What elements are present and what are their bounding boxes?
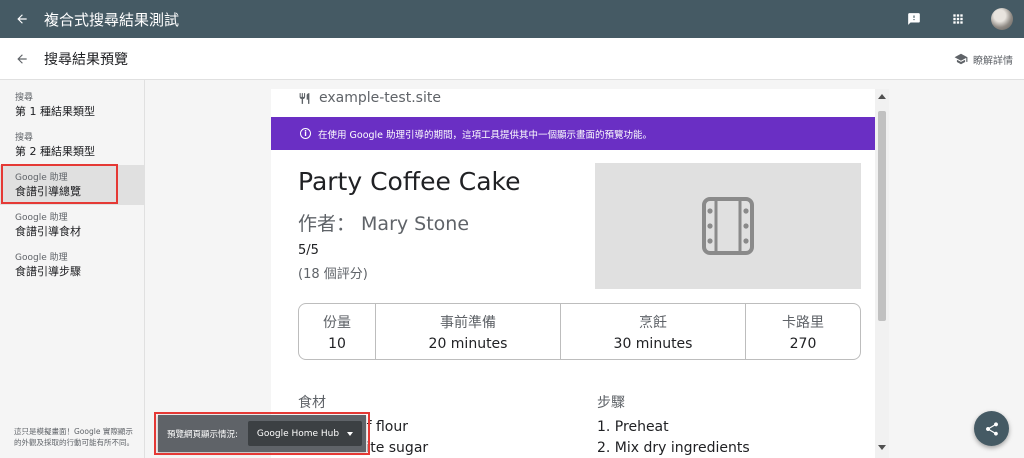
steps-heading: 步驟 bbox=[597, 395, 625, 411]
sidebar-item-label: 食譜引導食材 bbox=[15, 225, 81, 238]
ingredients-heading: 食材 bbox=[298, 395, 326, 411]
arrow-back-icon bbox=[17, 53, 27, 64]
feedback-icon bbox=[908, 13, 920, 25]
arrow-back-icon bbox=[17, 14, 27, 24]
preview-canvas: example-test.site i 在使用 Google 助理引導的期間，這… bbox=[145, 80, 1024, 458]
school-cap-icon bbox=[954, 53, 968, 65]
app-title: 複合式搜尋結果測試 bbox=[44, 10, 180, 29]
stat-cook-time: 烹飪 30 minutes bbox=[561, 304, 746, 359]
share-button[interactable] bbox=[974, 411, 1009, 446]
sidebar-item-recipe-steps[interactable]: Google 助理 食譜引導步驟 bbox=[0, 245, 144, 285]
share-icon bbox=[985, 421, 998, 436]
image-placeholder-icon bbox=[702, 197, 754, 255]
feedback-button[interactable] bbox=[892, 0, 936, 38]
sidebar-item-category: Google 助理 bbox=[15, 213, 68, 223]
device-picker-bar: 預覽網頁顯示情況: Google Home Hub bbox=[158, 415, 366, 452]
device-select-dropdown[interactable]: Google Home Hub bbox=[247, 421, 363, 446]
sidebar-item-category: 搜尋 bbox=[15, 93, 34, 103]
stat-value: 30 minutes bbox=[613, 335, 693, 352]
stat-value: 10 bbox=[328, 335, 346, 352]
scroll-up-arrow[interactable] bbox=[878, 94, 886, 99]
site-header: example-test.site bbox=[298, 89, 441, 107]
disclaimer-text: 這只是模擬畫面！Google 實際顯示的外觀及採取的行動可能有所不同。 bbox=[14, 427, 134, 447]
rating-count: (18 個評分) bbox=[298, 267, 368, 282]
apps-grid-icon bbox=[953, 14, 963, 24]
recipe-stats: 份量 10 事前準備 20 minutes 烹飪 30 minutes 卡路里 … bbox=[298, 303, 861, 360]
device-preview[interactable]: example-test.site i 在使用 Google 助理引導的期間，這… bbox=[271, 89, 889, 458]
recipe-author: 作者： Mary Stone bbox=[298, 213, 470, 235]
sidebar-item-label: 第 1 種結果類型 bbox=[15, 105, 95, 118]
sidebar-item-search-type-2[interactable]: 搜尋 第 2 種結果類型 bbox=[0, 125, 144, 165]
scroll-thumb[interactable] bbox=[878, 111, 886, 321]
scroll-down-arrow[interactable] bbox=[878, 445, 886, 450]
site-name: example-test.site bbox=[319, 90, 441, 106]
list-item: 1. Preheat bbox=[597, 419, 669, 435]
info-icon: i bbox=[300, 128, 311, 139]
back-button[interactable] bbox=[0, 0, 44, 38]
device-select-value: Google Home Hub bbox=[256, 428, 340, 439]
fork-knife-icon bbox=[299, 92, 310, 104]
sidebar-item-category: 搜尋 bbox=[15, 133, 34, 143]
sidebar-item-category: Google 助理 bbox=[15, 173, 68, 183]
preview-scrollbar[interactable] bbox=[875, 89, 889, 458]
stat-label: 事前準備 bbox=[440, 314, 496, 331]
sidebar-item-category: Google 助理 bbox=[15, 253, 68, 263]
page-header: 搜尋結果預覽 瞭解詳情 bbox=[0, 38, 1024, 80]
sidebar-item-label: 食譜引導步驟 bbox=[15, 265, 81, 278]
info-banner: i 在使用 Google 助理引導的期間，這項工具提供其中一個顯示畫面的預覽功能… bbox=[271, 117, 875, 150]
stat-label: 份量 bbox=[323, 314, 351, 331]
sidebar-item-search-type-1[interactable]: 搜尋 第 1 種結果類型 bbox=[0, 85, 144, 125]
app-bar: 複合式搜尋結果測試 bbox=[0, 0, 1024, 38]
recipe-image bbox=[595, 163, 861, 289]
learn-more-link[interactable]: 瞭解詳情 bbox=[954, 38, 1013, 80]
stat-servings: 份量 10 bbox=[299, 304, 376, 359]
apps-button[interactable] bbox=[936, 0, 980, 38]
sidebar: 搜尋 第 1 種結果類型 搜尋 第 2 種結果類型 Google 助理 食譜引導… bbox=[0, 80, 145, 458]
sidebar-item-label: 食譜引導總覽 bbox=[15, 185, 81, 198]
page-title: 搜尋結果預覽 bbox=[44, 51, 128, 68]
device-picker-label: 預覽網頁顯示情況: bbox=[167, 429, 238, 440]
stat-prep-time: 事前準備 20 minutes bbox=[376, 304, 561, 359]
chevron-down-icon bbox=[347, 431, 354, 436]
account-button[interactable] bbox=[980, 0, 1024, 38]
list-item: 2. Mix dry ingredients bbox=[597, 440, 750, 456]
recipe-rating: 5/5 bbox=[298, 243, 319, 258]
stat-label: 烹飪 bbox=[639, 314, 667, 331]
stat-value: 20 minutes bbox=[428, 335, 508, 352]
recipe-title: Party Coffee Cake bbox=[298, 167, 521, 196]
stat-value: 270 bbox=[789, 335, 817, 352]
banner-text: 在使用 Google 助理引導的期間，這項工具提供其中一個顯示畫面的預覽功能。 bbox=[318, 129, 653, 141]
stat-label: 卡路里 bbox=[782, 314, 824, 331]
sidebar-item-recipe-ingredients[interactable]: Google 助理 食譜引導食材 bbox=[0, 205, 144, 245]
learn-more-label: 瞭解詳情 bbox=[973, 55, 1013, 67]
steps-list: 1. Preheat 2. Mix dry ingredients bbox=[597, 417, 750, 458]
stat-calories: 卡路里 270 bbox=[746, 304, 860, 359]
avatar bbox=[991, 8, 1013, 30]
subbar-back-button[interactable] bbox=[0, 52, 44, 66]
sidebar-item-label: 第 2 種結果類型 bbox=[15, 145, 95, 158]
sidebar-item-recipe-overview[interactable]: Google 助理 食譜引導總覽 bbox=[0, 165, 144, 205]
